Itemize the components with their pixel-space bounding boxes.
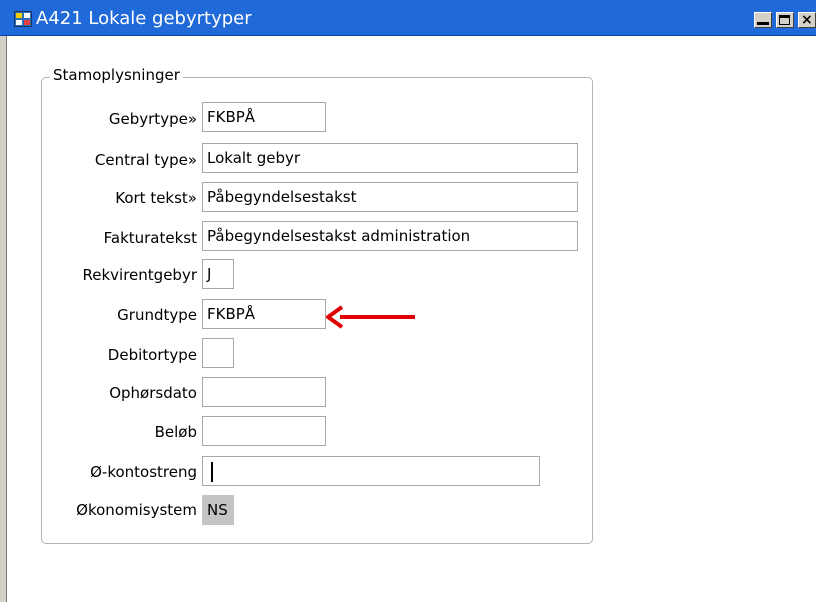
kort-tekst-label: Kort tekst» [115,189,197,207]
maximize-icon [779,15,790,25]
ophorsdato-label: Ophørsdato [109,384,197,402]
belob-label: Beløb [154,423,197,441]
debitortype-label: Debitortype [107,346,197,364]
central-type-label: Central type» [94,151,197,169]
red-arrow-icon [326,305,415,329]
gebyrtype-label: Gebyrtype» [108,110,197,128]
okonomisystem-field: NS [202,495,234,525]
minimize-button[interactable] [754,12,772,28]
fakturatekst-field[interactable]: Påbegyndelsestakst administration [202,221,578,251]
central-type-field[interactable]: Lokalt gebyr [202,143,578,173]
ophorsdato-field[interactable] [202,377,326,407]
debitortype-field[interactable] [202,338,234,368]
close-icon: × [801,12,813,28]
kontostreng-label: Ø-kontostreng [90,463,197,481]
forms-app-icon[interactable] [14,11,32,27]
rekvirentgebyr-label: Rekvirentgebyr [82,266,197,284]
text-cursor [211,462,213,482]
rekvirentgebyr-field[interactable]: J [202,259,234,289]
gebyrtype-field[interactable]: FKBPÅ [202,102,326,132]
kontostreng-field[interactable] [202,456,540,486]
okonomisystem-label: Økonomisystem [76,501,197,519]
grundtype-label: Grundtype [117,306,197,324]
title-bar[interactable]: A421 Lokale gebyrtyper × [0,0,816,36]
window-title: A421 Lokale gebyrtyper [36,8,252,29]
forms-window: A421 Lokale gebyrtyper × Stamoplysninger… [0,0,816,602]
arrow-head [326,305,344,329]
window-frame-edge [0,36,7,602]
maximize-button[interactable] [776,12,794,28]
fakturatekst-label: Fakturatekst [103,229,197,247]
grundtype-field[interactable]: FKBPÅ [202,299,326,329]
close-button[interactable]: × [798,12,816,28]
belob-field[interactable] [202,416,326,446]
minimize-icon [757,22,769,25]
kort-tekst-field[interactable]: Påbegyndelsestakst [202,182,578,212]
groupbox-title: Stamoplysninger [50,65,183,85]
